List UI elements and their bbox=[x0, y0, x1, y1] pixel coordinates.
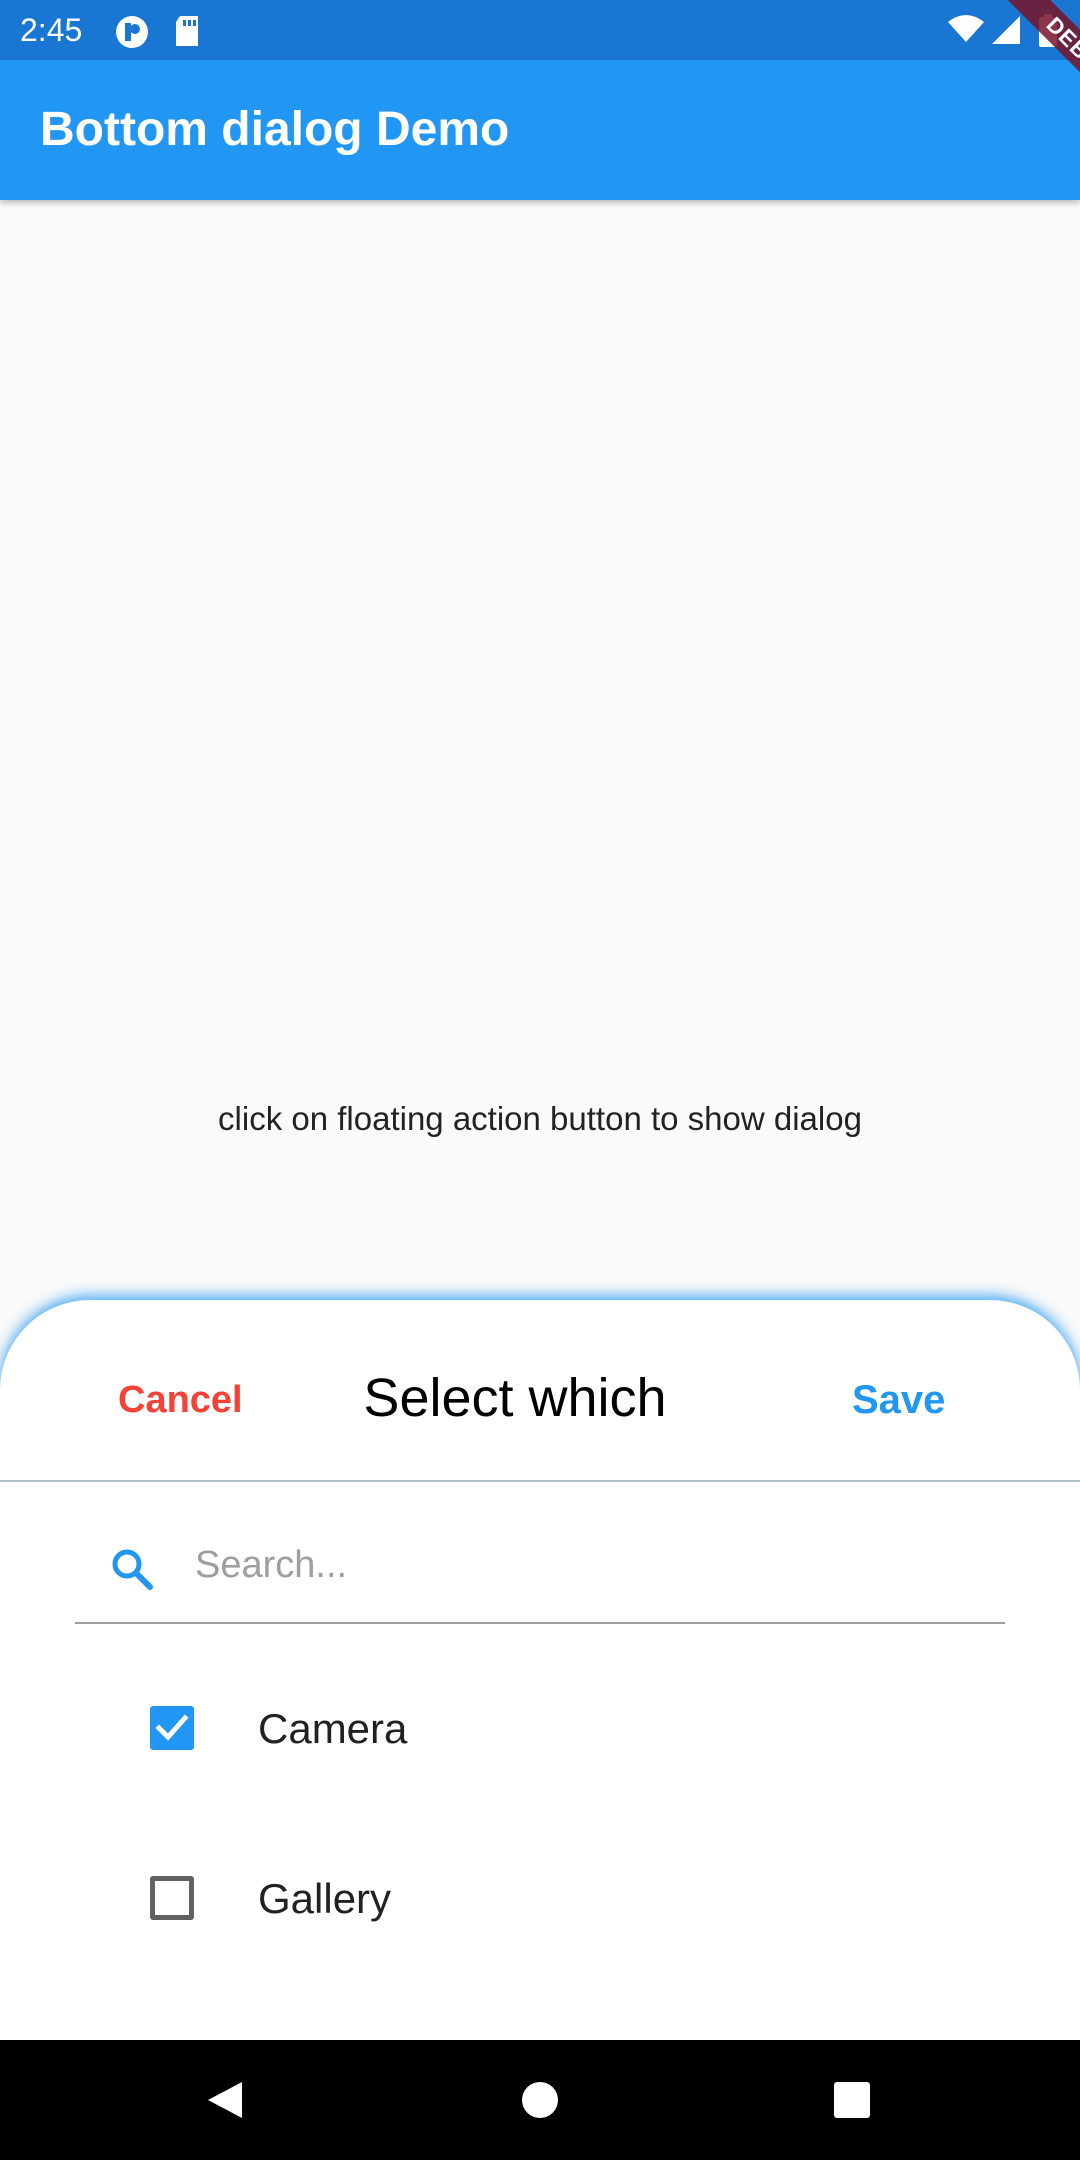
back-icon[interactable] bbox=[204, 2078, 248, 2127]
option-label: Gallery bbox=[258, 1875, 392, 1922]
status-bar: 2:45 bbox=[0, 0, 1080, 60]
home-icon[interactable] bbox=[518, 2078, 562, 2127]
search-field bbox=[75, 1520, 1005, 1624]
check-icon bbox=[155, 1714, 189, 1741]
search-icon bbox=[109, 1546, 155, 1597]
hint-text: click on floating action button to show … bbox=[218, 1100, 862, 1137]
dialog-header: Cancel Select which Save bbox=[0, 1300, 1080, 1482]
recents-icon[interactable] bbox=[830, 2078, 874, 2127]
screen: 2:45 Bottom dialog Demo DEBUG click on f… bbox=[0, 0, 1080, 2160]
list-item-gallery[interactable]: Gallery bbox=[0, 1838, 1080, 1958]
checkbox-unchecked[interactable] bbox=[150, 1876, 194, 1920]
checkbox-checked[interactable] bbox=[150, 1706, 194, 1750]
option-label: Camera bbox=[258, 1705, 408, 1752]
save-button[interactable]: Save bbox=[852, 1372, 945, 1428]
sd-card-icon bbox=[172, 14, 202, 53]
status-time: 2:45 bbox=[20, 12, 83, 48]
search-input[interactable] bbox=[195, 1530, 975, 1600]
app-notification-icon bbox=[114, 14, 150, 55]
debug-banner: DEBUG bbox=[920, 0, 1080, 160]
debug-banner-label: DEBUG bbox=[977, 0, 1080, 154]
list-item-camera[interactable]: Camera bbox=[0, 1668, 1080, 1788]
navigation-bar bbox=[0, 2040, 1080, 2160]
bottom-sheet-dialog: Cancel Select which Save Camera bbox=[0, 1300, 1080, 2040]
app-bar: Bottom dialog Demo bbox=[0, 60, 1080, 200]
app-title: Bottom dialog Demo bbox=[40, 103, 510, 156]
